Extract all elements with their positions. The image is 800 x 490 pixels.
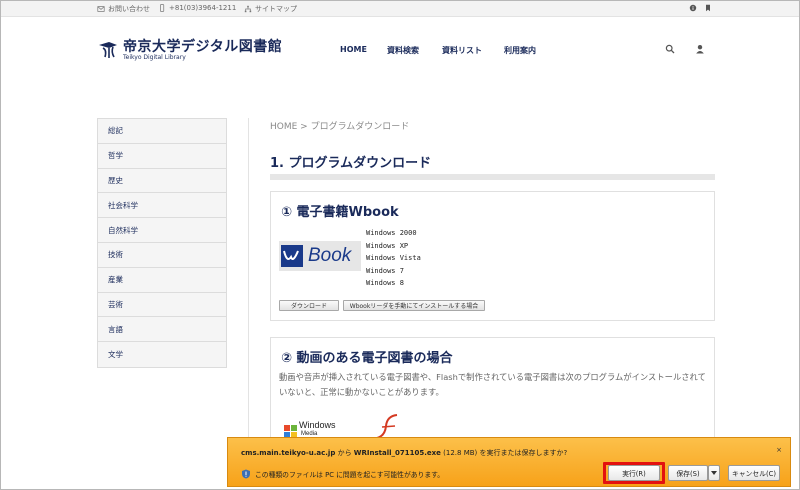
- site-header: 帝京大学デジタル図書館 Teikyo Digital Library HOME …: [1, 17, 799, 81]
- chevron-down-icon: [711, 471, 717, 475]
- sitemap-label: サイトマップ: [255, 5, 297, 13]
- supported-os-list: Windows 2000 Windows XP Windows Vista Wi…: [366, 227, 421, 290]
- sidebar-item-technology[interactable]: 技術: [98, 243, 226, 268]
- wbook-logo-text: Book: [308, 245, 352, 266]
- site-logo[interactable]: 帝京大学デジタル図書館 Teikyo Digital Library: [97, 39, 282, 61]
- nav-guide[interactable]: 利用案内: [504, 45, 536, 56]
- download-size-question: (12.8 MB) を実行または保存しますか?: [440, 449, 568, 457]
- download-message: cms.main.teikyo-u.ac.jp から WRInstall_071…: [241, 448, 567, 458]
- user-icon[interactable]: [695, 44, 705, 54]
- sidebar-item-industry[interactable]: 産業: [98, 268, 226, 293]
- cancel-button[interactable]: キャンセル(C): [728, 465, 780, 481]
- sidebar-item-social-science[interactable]: 社会科学: [98, 193, 226, 219]
- mobile-phone-icon: [160, 4, 165, 12]
- sidebar-item-history[interactable]: 歴史: [98, 169, 226, 194]
- download-filename: WRInstall_071105.exe: [353, 449, 441, 457]
- info-icon: [689, 4, 697, 12]
- video-ebook-section: ② 動画のある電子図書の場合 動画や音声が挿入されている電子図書や、Flashで…: [270, 337, 715, 447]
- sitemap-icon: [244, 5, 252, 13]
- os-item: Windows XP: [366, 241, 409, 250]
- sidebar-item-general[interactable]: 総記: [98, 119, 226, 144]
- nav-search[interactable]: 資料検索: [387, 45, 419, 56]
- sidebar-item-literature[interactable]: 文学: [98, 342, 226, 367]
- nav-home[interactable]: HOME: [340, 45, 367, 54]
- os-item: Windows Vista: [366, 254, 421, 262]
- phone-number: +81(03)3964-1211: [169, 4, 237, 12]
- title-underline: [270, 174, 715, 180]
- mail-icon: [97, 6, 105, 12]
- utility-bar: お問い合わせ +81(03)3964-1211 サイトマップ: [1, 1, 799, 17]
- sidebar-item-language[interactable]: 言語: [98, 317, 226, 343]
- sidebar-item-natural-science[interactable]: 自然科学: [98, 218, 226, 243]
- info-button[interactable]: [689, 4, 697, 12]
- university-emblem-icon: [99, 42, 117, 58]
- manual-install-button[interactable]: Wbookリーダを手動にてインストールする場合: [343, 300, 485, 311]
- os-item: Windows 2000: [366, 229, 417, 237]
- download-warning-text: この種類のファイルは PC に問題を起こす可能性があります。: [255, 471, 445, 479]
- run-button-highlight: [603, 462, 665, 484]
- download-host: cms.main.teikyo-u.ac.jp: [241, 449, 336, 457]
- page-title: 1. プログラムダウンロード: [270, 156, 432, 171]
- save-options-dropdown[interactable]: [708, 465, 720, 481]
- browser-page: お問い合わせ +81(03)3964-1211 サイトマップ 帝京大学デジタル図…: [0, 0, 800, 490]
- logo-subtitle: Teikyo Digital Library: [123, 53, 186, 61]
- wbook-logo: Book: [279, 241, 361, 271]
- close-icon[interactable]: ×: [776, 446, 782, 454]
- wbook-section: ① 電子書籍Wbook Book Windows 2000 Windows XP…: [270, 191, 715, 321]
- sitemap-link[interactable]: サイトマップ: [244, 4, 297, 14]
- column-divider: [248, 118, 249, 438]
- bookmark-button[interactable]: [704, 4, 712, 12]
- contact-label: お問い合わせ: [108, 5, 150, 13]
- nav-list[interactable]: 資料リスト: [442, 45, 482, 56]
- download-button[interactable]: ダウンロード: [279, 300, 339, 311]
- video-section-title: ② 動画のある電子図書の場合: [281, 351, 453, 366]
- contact-link[interactable]: お問い合わせ: [97, 4, 150, 14]
- sidebar-item-philosophy[interactable]: 哲学: [98, 144, 226, 169]
- save-button[interactable]: 保存(S): [668, 465, 708, 481]
- search-icon[interactable]: [665, 44, 675, 54]
- sidebar-item-arts[interactable]: 芸術: [98, 293, 226, 318]
- wbook-section-title: ① 電子書籍Wbook: [281, 205, 399, 220]
- os-item: Windows 8: [366, 279, 404, 287]
- download-warning: この種類のファイルは PC に問題を起こす可能性があります。: [241, 469, 444, 479]
- download-from-text: から: [335, 449, 354, 457]
- phone-info: +81(03)3964-1211: [158, 4, 236, 12]
- bookmark-icon: [706, 4, 710, 12]
- windows-media-label: Windows: [299, 420, 336, 430]
- os-item: Windows 7: [366, 266, 404, 275]
- logo-title: 帝京大学デジタル図書館: [123, 38, 283, 55]
- download-notification-bar: cms.main.teikyo-u.ac.jp から WRInstall_071…: [227, 437, 791, 487]
- video-section-description: 動画や音声が挿入されている電子図書や、Flashで制作されている電子図書は次のプ…: [279, 372, 706, 397]
- category-sidebar: 総記 哲学 歴史 社会科学 自然科学 技術 産業 芸術 言語 文学: [97, 118, 227, 368]
- breadcrumb: HOME > プログラムダウンロード: [270, 122, 410, 132]
- shield-warning-icon: [242, 469, 250, 479]
